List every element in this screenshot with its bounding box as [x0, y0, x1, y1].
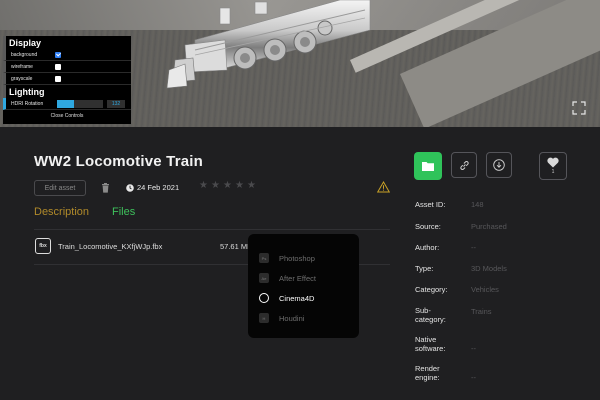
meta-value: --: [471, 344, 476, 353]
meta-row-author: Author: --: [415, 243, 585, 264]
meta-value: 148: [471, 200, 484, 209]
warning-icon[interactable]: [377, 181, 390, 193]
grayscale-toggle[interactable]: grayscale: [3, 73, 131, 85]
rating-stars[interactable]: ★ ★ ★ ★ ★: [199, 181, 257, 191]
meta-value: Vehicles: [471, 285, 499, 294]
star-icon[interactable]: ★: [247, 181, 257, 191]
photoshop-icon: Ps: [259, 253, 269, 263]
download-button[interactable]: [486, 152, 512, 178]
grayscale-checkbox[interactable]: [55, 75, 61, 82]
tab-files[interactable]: Files: [112, 206, 135, 218]
wireframe-label: wireframe: [11, 63, 33, 70]
file-name[interactable]: Train_Locomotive_KXfjWJp.fbx: [58, 242, 162, 251]
meta-row-asset-id: Asset ID: 148: [415, 200, 585, 222]
meta-row-type: Type: 3D Models: [415, 264, 585, 285]
trash-icon[interactable]: [101, 183, 110, 193]
clock-icon: [126, 184, 134, 192]
meta-label: Category:: [415, 285, 448, 294]
menu-item-cinema4d[interactable]: Cinema4D: [248, 288, 359, 308]
cinema4d-icon: [259, 293, 269, 303]
like-button[interactable]: 1: [539, 152, 567, 180]
meta-row-render-engine: Render engine: --: [415, 364, 585, 393]
3d-viewer[interactable]: Display background wireframe grayscale L…: [0, 0, 600, 127]
meta-row-native-software: Native software: --: [415, 335, 585, 364]
wireframe-checkbox[interactable]: [55, 63, 61, 70]
meta-label: Native software:: [415, 335, 446, 353]
meta-value: --: [471, 373, 476, 382]
heart-icon: [547, 157, 559, 168]
asset-metadata: Asset ID: 148 Source: Purchased Author: …: [415, 200, 585, 393]
fullscreen-icon[interactable]: [572, 101, 586, 115]
download-icon: [493, 159, 505, 171]
meta-value: Trains: [471, 307, 492, 316]
star-icon[interactable]: ★: [199, 181, 209, 191]
meta-label: Render engine:: [415, 364, 440, 382]
menu-item-houdini[interactable]: H Houdini: [248, 308, 359, 328]
copy-link-button[interactable]: [451, 152, 477, 178]
background-toggle[interactable]: background: [3, 49, 131, 61]
after-effects-icon: Ae: [259, 273, 269, 283]
meta-label: Source:: [415, 222, 441, 231]
meta-value: --: [471, 243, 476, 252]
meta-row-sub-category: Sub-category: Trains: [415, 306, 585, 335]
menu-item-photoshop[interactable]: Ps Photoshop: [248, 248, 359, 268]
menu-item-label: Houdini: [279, 313, 305, 323]
meta-label: Author:: [415, 243, 440, 252]
meta-value: Purchased: [471, 222, 507, 231]
lighting-heading: Lighting: [3, 85, 131, 98]
edit-asset-button[interactable]: Edit asset: [34, 180, 86, 196]
menu-item-label: Cinema4D: [279, 293, 315, 303]
meta-label: Type:: [415, 264, 434, 273]
meta-value: 3D Models: [471, 264, 507, 273]
star-icon[interactable]: ★: [223, 181, 233, 191]
open-with-menu: Ps Photoshop Ae After Effect Cinema4D H …: [248, 234, 359, 338]
hdri-slider-fill: [57, 99, 75, 108]
wireframe-toggle[interactable]: wireframe: [3, 61, 131, 73]
meta-row-source: Source: Purchased: [415, 222, 585, 243]
upload-date: 24 Feb 2021: [137, 183, 180, 192]
like-count: 1: [551, 169, 555, 175]
open-folder-button[interactable]: [414, 152, 442, 180]
page-title: WW2 Locomotive Train: [34, 153, 204, 170]
houdini-icon: H: [259, 313, 269, 323]
display-heading: Display: [3, 36, 131, 49]
viewer-controls-panel: Display background wireframe grayscale L…: [3, 36, 131, 124]
meta-label: Sub-category:: [415, 306, 446, 324]
link-icon: [459, 160, 469, 170]
menu-item-after-effect[interactable]: Ae After Effect: [248, 268, 359, 288]
tab-description[interactable]: Description: [34, 206, 89, 218]
hdri-value[interactable]: 132: [106, 99, 125, 108]
grayscale-label: grayscale: [11, 75, 33, 82]
menu-item-label: Photoshop: [279, 253, 315, 263]
fbx-file-icon: fbx: [35, 238, 51, 254]
hdri-slider[interactable]: [57, 99, 104, 108]
star-icon[interactable]: ★: [211, 181, 221, 191]
meta-row-category: Category: Vehicles: [415, 285, 585, 306]
hdri-rotation-control[interactable]: HDRI Rotation 132: [3, 98, 131, 110]
menu-item-label: After Effect: [279, 273, 316, 283]
locomotive-model[interactable]: [165, 0, 385, 92]
asset-page: Display background wireframe grayscale L…: [0, 0, 600, 400]
background-label: background: [11, 51, 38, 58]
close-controls-button[interactable]: Close Controls: [3, 110, 131, 121]
meta-label: Asset ID:: [415, 200, 446, 209]
star-icon[interactable]: ★: [235, 181, 245, 191]
background-checkbox[interactable]: [55, 51, 61, 58]
folder-icon: [422, 162, 434, 171]
hdri-label: HDRI Rotation: [11, 100, 44, 107]
